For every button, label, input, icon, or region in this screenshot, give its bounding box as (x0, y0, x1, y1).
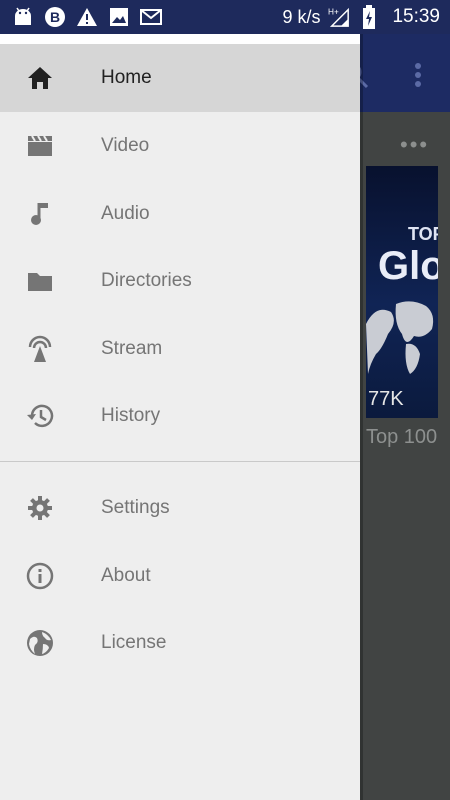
clock: 15:39 (392, 6, 440, 27)
nav-label-video: Video (101, 135, 150, 156)
svg-text:B: B (50, 9, 60, 25)
email-icon (140, 6, 162, 28)
nav-item-settings[interactable]: Settings (0, 474, 360, 542)
android-icon (12, 6, 34, 28)
navigation-drawer: Home Video Audio Directories Stream Hist… (0, 34, 360, 800)
svg-text:H+: H+ (328, 7, 339, 16)
thumbnail-text-main: Glo (378, 244, 438, 288)
info-icon (26, 562, 54, 590)
nav-label-stream: Stream (101, 338, 163, 359)
history-icon (26, 402, 54, 430)
image-icon (108, 6, 130, 28)
nav-item-home[interactable]: Home (0, 44, 360, 112)
status-bar: B 9 k/s H+ 15:39 (0, 0, 450, 34)
nav-label-home: Home (101, 67, 152, 88)
more-options-icon[interactable] (408, 60, 428, 90)
nav-item-audio[interactable]: Audio (0, 180, 360, 248)
warning-icon (76, 6, 98, 28)
video-thumbnail[interactable]: TOP Glo 77K (366, 166, 438, 418)
nav-item-video[interactable]: Video (0, 112, 360, 180)
nav-item-directories[interactable]: Directories (0, 247, 360, 315)
world-map-image (366, 301, 434, 374)
drawer-shadow (360, 34, 363, 800)
nav-item-stream[interactable]: Stream (0, 315, 360, 383)
thumbnail-text-top: TOP (408, 224, 438, 244)
nav-label-history: History (101, 405, 161, 426)
b-badge-icon: B (44, 6, 66, 28)
nav-label-license: License (101, 632, 167, 653)
nav-item-license[interactable]: License (0, 609, 360, 677)
nav-item-about[interactable]: About (0, 542, 360, 610)
globe-icon (26, 629, 54, 657)
nav-item-history[interactable]: History (0, 382, 360, 450)
nav-label-about: About (101, 565, 151, 586)
nav-label-directories: Directories (101, 270, 192, 291)
signal-icon: H+ (328, 6, 350, 28)
folder-icon (26, 267, 54, 295)
overflow-dots-icon[interactable]: ••• (400, 132, 429, 158)
drawer-divider (0, 461, 360, 462)
nav-label-settings: Settings (101, 497, 170, 518)
video-icon (26, 132, 54, 160)
view-count: 77K (368, 388, 404, 410)
drawer-header (0, 34, 360, 44)
stream-icon (26, 335, 54, 363)
network-speed: 9 k/s (282, 6, 321, 27)
nav-label-audio: Audio (101, 203, 150, 224)
battery-icon (358, 5, 380, 29)
home-icon (26, 64, 54, 92)
music-note-icon (26, 200, 54, 228)
gear-icon (26, 494, 54, 522)
video-title[interactable]: Top 100 (366, 426, 437, 449)
